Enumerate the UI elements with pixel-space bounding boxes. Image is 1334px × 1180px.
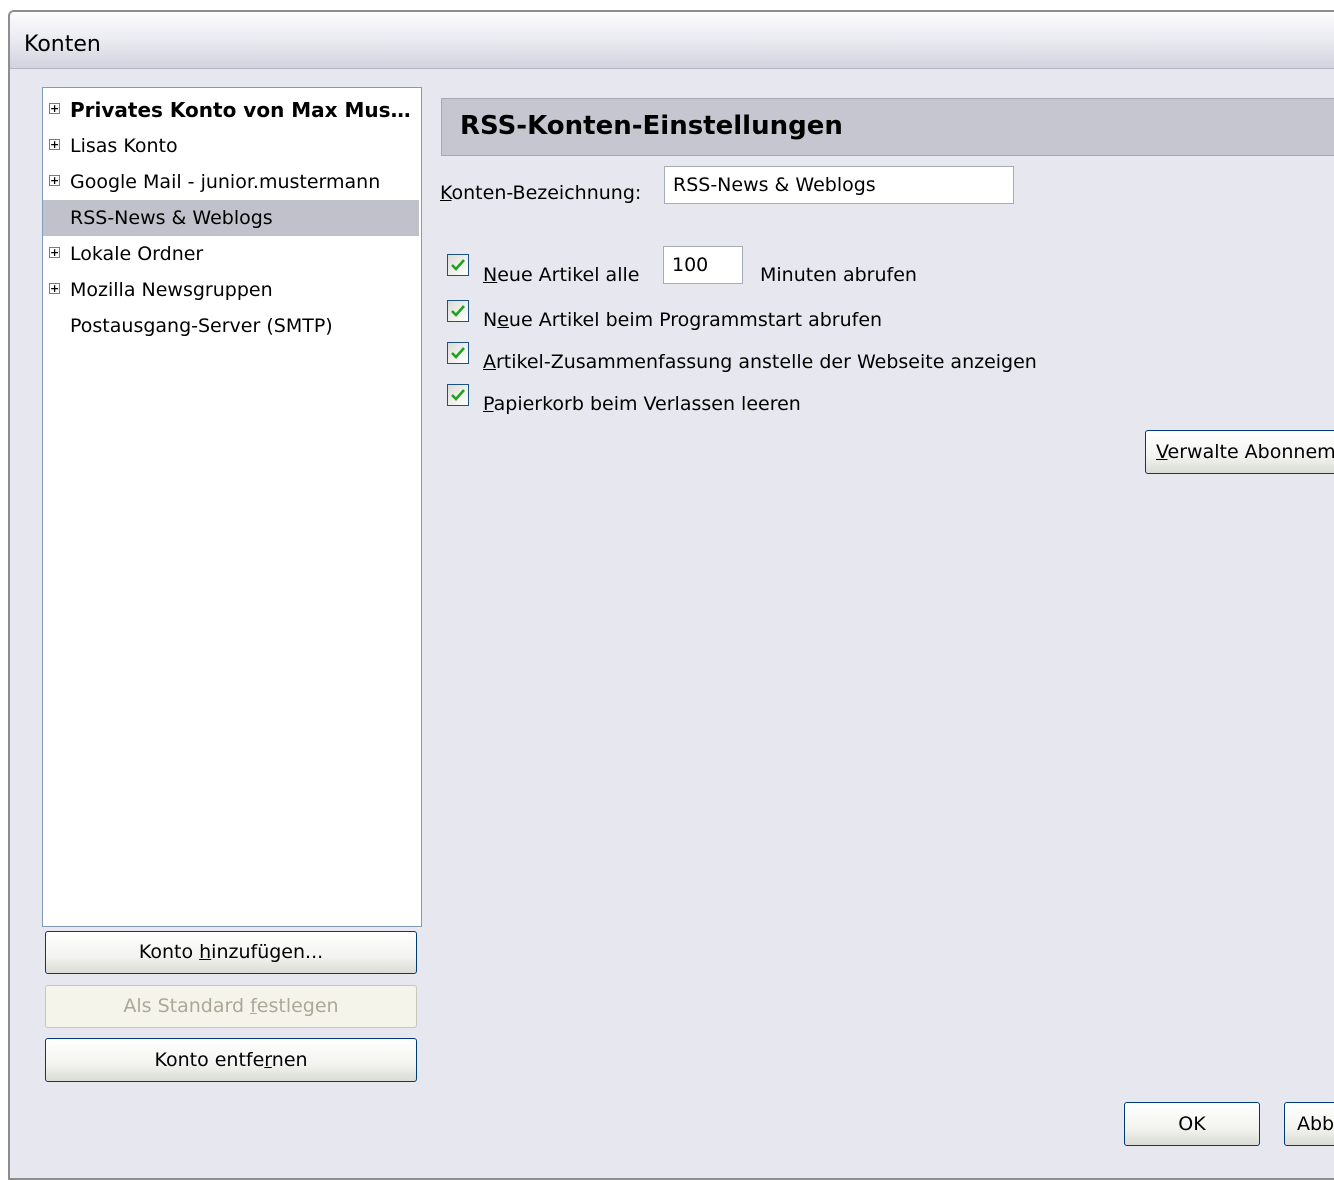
tree-item-private-account[interactable]: + Privates Konto von Max Mus… [43,92,419,128]
checkmark-icon [451,305,465,317]
title-bar[interactable]: Konten [10,12,1334,69]
expand-plus-icon[interactable]: + [49,283,60,294]
tree-item-label: Lisas Konto [70,135,178,157]
button-text: nen [271,1049,308,1071]
accelerator-key: P [483,393,494,415]
account-tree[interactable]: + Privates Konto von Max Mus… + Lisas Ko… [42,87,422,927]
show-summary-label[interactable]: Artikel-Zusammenfassung anstelle der Web… [483,351,1037,373]
ok-button[interactable]: OK [1124,1102,1260,1146]
remove-account-button[interactable]: Konto entfernen [45,1038,417,1082]
accelerator-key: A [483,351,496,373]
button-text: erwalte Abonnem [1167,441,1334,463]
button-text: Konto entfe [154,1049,265,1071]
empty-trash-label[interactable]: Papierkorb beim Verlassen leeren [483,393,801,415]
accelerator-key: e [497,309,509,331]
settings-title: RSS-Konten-Einstellungen [460,111,843,141]
label-text: rtikel-Zusammenfassung anstelle der Webs… [496,351,1037,373]
settings-header: RSS-Konten-Einstellungen [441,98,1334,156]
check-interval-checkbox[interactable] [447,254,469,276]
checkmark-icon [451,389,465,401]
tree-item-rss-news[interactable]: RSS-News & Weblogs [43,200,419,236]
expand-plus-icon[interactable]: + [49,103,60,114]
empty-trash-checkbox[interactable] [447,384,469,406]
label-text: N [483,309,498,331]
label-text: apierkorb beim Verlassen leeren [493,393,801,415]
accounts-window: Konten + Privates Konto von Max Mus… + L… [8,10,1334,1180]
check-startup-label[interactable]: Neue Artikel beim Programmstart abrufen [483,309,882,331]
accelerator-key: N [483,264,498,286]
button-text: Konto [138,941,200,963]
set-default-button[interactable]: Als Standard festlegen [45,985,417,1028]
window-title: Konten [24,32,101,57]
tree-item-label: Lokale Ordner [70,243,204,265]
label-text: ue Artikel beim Programmstart abrufen [508,309,883,331]
cancel-button[interactable]: Abb [1284,1102,1334,1146]
tree-item-mozilla-newsgroups[interactable]: + Mozilla Newsgruppen [43,272,419,308]
button-text: inzufügen... [211,941,324,963]
tree-item-label: Mozilla Newsgruppen [70,279,273,301]
button-text: estlegen [256,995,339,1017]
check-interval-label[interactable]: Neue Artikel alle [483,264,639,286]
expand-plus-icon[interactable]: + [49,139,60,150]
accelerator-key: r [264,1049,272,1071]
account-name-input[interactable]: RSS-News & Weblogs [664,166,1014,204]
label-text: eue Artikel alle [497,264,640,286]
account-name-label: Konten-Bezeichnung: [440,182,641,204]
tree-item-label: Postausgang-Server (SMTP) [70,315,333,337]
manage-subscriptions-button[interactable]: Verwalte Abonnem [1145,430,1334,474]
accelerator-key: f [250,995,257,1017]
accelerator-key: h [199,941,212,963]
expand-plus-icon[interactable]: + [49,247,60,258]
label-text: onten-Bezeichnung: [451,182,642,204]
tree-item-google-mail[interactable]: + Google Mail - junior.mustermann [43,164,419,200]
tree-item-smtp-server[interactable]: Postausgang-Server (SMTP) [43,308,419,344]
tree-item-label: RSS-News & Weblogs [70,207,273,229]
tree-item-label: Privates Konto von Max Mus… [70,98,411,122]
tree-item-lisas-konto[interactable]: + Lisas Konto [43,128,419,164]
show-summary-checkbox[interactable] [447,342,469,364]
button-text: Als Standard [123,995,251,1017]
tree-item-label: Google Mail - junior.mustermann [70,171,381,193]
checkmark-icon [451,347,465,359]
dialog-content: + Privates Konto von Max Mus… + Lisas Ko… [14,70,1334,1178]
expand-plus-icon[interactable]: + [49,175,60,186]
accelerator-key: V [1156,441,1168,463]
checkmark-icon [451,259,465,271]
accelerator-key: K [440,182,452,204]
interval-minutes-input[interactable]: 100 [663,246,743,284]
tree-item-local-folders[interactable]: + Lokale Ordner [43,236,419,272]
interval-unit-label: Minuten abrufen [760,264,917,286]
check-startup-checkbox[interactable] [447,300,469,322]
add-account-button[interactable]: Konto hinzufügen... [45,931,417,974]
